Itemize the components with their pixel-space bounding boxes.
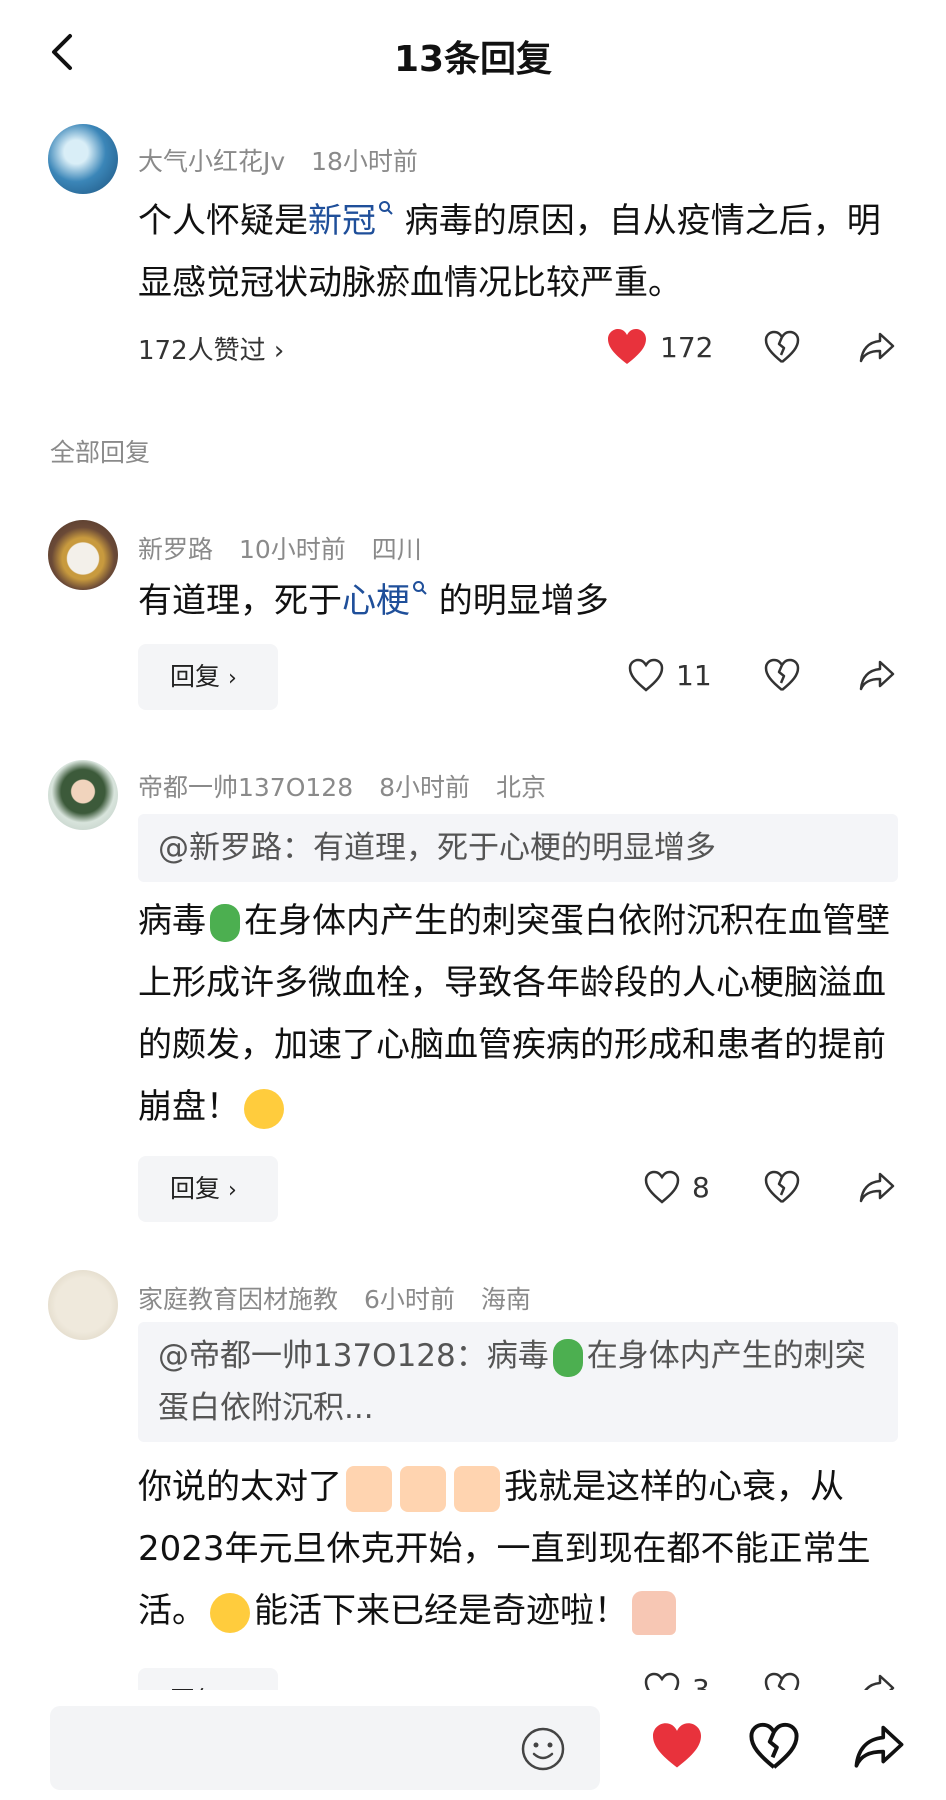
search-icon <box>413 581 427 595</box>
crying-emoji-icon <box>244 1088 284 1129</box>
bottom-bar <box>0 1690 946 1800</box>
dislike-button[interactable] <box>764 1170 800 1204</box>
text-segment: 个人怀疑是 <box>138 201 308 241</box>
heart-outline-icon <box>628 658 664 692</box>
heart-filled-icon <box>608 329 646 364</box>
username[interactable]: 家庭教育因材施教 <box>138 1285 338 1314</box>
broken-heart-icon <box>764 1170 800 1203</box>
virus-emoji-icon <box>210 903 240 942</box>
like-button[interactable] <box>650 1722 704 1770</box>
topic-link[interactable]: 新冠 <box>308 201 376 241</box>
reply-text: 你说的太对了 我就是这样的心衰，从2023年元旦休克开始，一直到现在都不能正常生活… <box>138 1456 908 1642</box>
username[interactable]: 新罗路 <box>138 535 213 564</box>
text-segment: 你说的太对了 <box>138 1467 342 1507</box>
username[interactable]: 帝都一帅137O128 <box>138 773 353 802</box>
like-button[interactable]: 11 <box>628 658 712 692</box>
like-count: 8 <box>692 1170 710 1204</box>
comment-text: 个人怀疑是新冠 病毒的原因，自从疫情之后，明显感觉冠状动脉瘀血情况比较严重。 <box>138 190 908 314</box>
text-segment: 的明显增多 <box>428 581 609 621</box>
timestamp: 10小时前 <box>238 535 346 564</box>
reply-meta: 帝都一帅137O128 8小时前 北京 <box>138 768 564 804</box>
share-button[interactable] <box>852 1722 906 1770</box>
search-icon <box>379 201 393 215</box>
username[interactable]: 大气小红花Jv <box>138 147 285 176</box>
broken-heart-icon <box>764 330 800 363</box>
crying-emoji-icon <box>210 1592 250 1633</box>
share-arrow-icon <box>854 1725 904 1768</box>
quoted-reply[interactable]: @新罗路：有道理，死于心梗的明显增多 <box>138 814 898 882</box>
share-arrow-icon <box>859 1172 895 1203</box>
reply-meta: 新罗路 10小时前 四川 <box>138 530 440 566</box>
text-segment: 能活下来已经是奇迹啦！ <box>254 1591 628 1631</box>
chevron-right-icon: › <box>228 1178 237 1203</box>
dislike-button[interactable] <box>764 330 800 364</box>
praying-hands-emoji-icon <box>632 1590 676 1635</box>
partial-action-row: 回复› 3 <box>0 1668 946 1690</box>
thumbs-up-emoji-icon <box>400 1465 446 1512</box>
like-button[interactable]: 172 <box>606 328 713 366</box>
location: 海南 <box>480 1285 531 1314</box>
avatar[interactable] <box>48 520 118 590</box>
like-count: 11 <box>676 658 712 692</box>
comment-input[interactable] <box>50 1706 600 1790</box>
share-arrow-icon <box>859 660 895 691</box>
broken-heart-icon <box>764 658 800 691</box>
reply-button[interactable]: 回复 › <box>138 1156 278 1222</box>
virus-emoji-icon <box>552 1338 583 1377</box>
topic-link[interactable]: 心梗 <box>342 581 410 621</box>
comment-meta: 大气小红花Jv 18小时前 <box>138 142 436 178</box>
heart-outline-icon <box>644 1170 680 1204</box>
page-title: 13条回复 <box>393 39 553 80</box>
avatar[interactable] <box>48 124 118 194</box>
broken-heart-icon <box>764 1672 800 1690</box>
likers-link[interactable]: 172人赞过 › <box>138 330 284 367</box>
timestamp: 8小时前 <box>379 773 470 802</box>
like-button[interactable]: 3 <box>644 1672 710 1690</box>
text-segment: @帝都一帅137O128：病毒 <box>158 1338 549 1374</box>
heart-outline-icon <box>644 1672 680 1690</box>
share-arrow-icon <box>859 332 895 363</box>
quoted-reply[interactable]: @帝都一帅137O128：病毒 在身体内产生的刺突蛋白依附沉积... <box>138 1322 898 1442</box>
like-count: 3 <box>692 1672 710 1691</box>
reply-text: 病毒 在身体内产生的刺突蛋白依附沉积在血管壁上形成许多微血栓，导致各年龄段的人心梗… <box>138 890 908 1138</box>
broken-heart-icon <box>749 1722 799 1769</box>
reply-button[interactable]: 回复 › <box>138 644 278 710</box>
dislike-button[interactable] <box>748 1722 800 1770</box>
share-arrow-icon <box>864 1674 895 1690</box>
location: 北京 <box>495 773 546 802</box>
reply-label: 回复 <box>170 1174 221 1203</box>
emoji-button[interactable] <box>520 1726 566 1772</box>
dislike-button[interactable] <box>764 658 800 692</box>
thumbs-up-emoji-icon <box>454 1465 500 1512</box>
reply-text: 有道理，死于心梗 的明显增多 <box>138 570 908 632</box>
text-segment: 有道理，死于 <box>138 581 342 621</box>
share-button[interactable] <box>858 658 896 692</box>
location: 四川 <box>371 535 422 564</box>
avatar[interactable] <box>48 760 118 830</box>
reply-button[interactable]: 回复› <box>138 1668 278 1690</box>
like-button[interactable]: 8 <box>644 1170 710 1204</box>
share-button[interactable] <box>858 1170 896 1204</box>
thumbs-up-emoji-icon <box>346 1465 392 1512</box>
header: 13条回复 <box>0 0 946 110</box>
reply-label: 回复 <box>170 662 221 691</box>
share-button[interactable] <box>858 330 896 364</box>
avatar[interactable] <box>48 1270 118 1340</box>
heart-filled-icon <box>653 1723 701 1768</box>
text-segment: 病毒 <box>138 901 206 941</box>
smile-icon <box>521 1727 565 1771</box>
chevron-right-icon: › <box>228 666 237 691</box>
dislike-button[interactable] <box>764 1672 800 1690</box>
timestamp: 18小时前 <box>311 147 418 176</box>
timestamp: 6小时前 <box>363 1285 455 1314</box>
reply-meta: 家庭教育因材施教 6小时前 海南 <box>138 1280 549 1316</box>
like-count: 172 <box>660 330 714 364</box>
share-button[interactable] <box>858 1672 896 1690</box>
section-label: 全部回复 <box>50 438 151 467</box>
